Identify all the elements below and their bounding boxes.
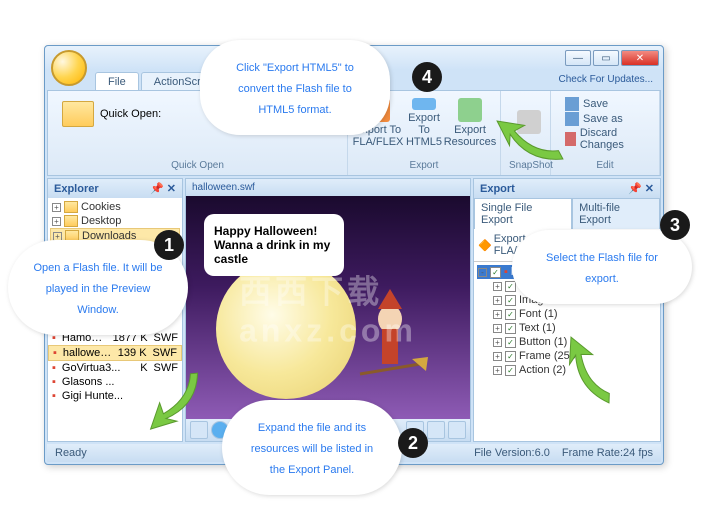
tab-multi-export[interactable]: Multi-file Export [572,198,660,229]
group-label-export: Export [356,160,492,171]
check-updates-link[interactable]: Check For Updates... [559,74,653,85]
close-button[interactable]: ✕ [621,50,659,66]
preview-tab[interactable]: halloween.swf [186,179,470,196]
save-button[interactable]: Save [565,97,645,111]
callout-2: Expand the file and its resources will b… [222,400,402,495]
watermark: 西西下载 anxz.com [239,266,417,349]
tab-file[interactable]: File [95,72,139,91]
resources-icon [458,98,482,122]
export-item[interactable]: +✓Text (1) [477,321,657,335]
badge-1: 1 [154,230,184,260]
panel-pin-icon[interactable]: 📌 ✕ [150,182,176,195]
callout-4: Click "Export HTML5" to convert the Flas… [200,40,390,135]
group-label-edit: Edit [559,160,651,171]
info-button[interactable] [448,421,466,439]
app-orb-button[interactable] [51,50,87,86]
callout-3: Select the Flash file for export. [512,230,692,304]
explorer-header: Explorer📌 ✕ [48,179,182,198]
tree-node[interactable]: +Cookies [50,200,180,214]
zoom-in-button[interactable] [427,421,445,439]
export-tabs: Single File Export Multi-file Export [474,198,660,229]
html5-export-icon [412,98,436,110]
save-as-button[interactable]: Save as [565,112,645,126]
save-icon [565,97,579,111]
badge-3: 3 [660,210,690,240]
panel-pin-icon[interactable]: 📌 ✕ [628,182,654,195]
file-row[interactable]: ▪halloween...139 KSWF [48,345,182,361]
preview-content: Happy Halloween! Wanna a drink in my cas… [186,196,470,419]
save-as-icon [565,112,579,126]
badge-4: 4 [412,62,442,92]
badge-2: 2 [398,428,428,458]
export-html5-button[interactable]: Export To HTML5 [402,95,446,151]
folder-icon [62,101,94,127]
status-framerate: Frame Rate:24 fps [562,447,653,459]
export-header: Export📌 ✕ [474,179,660,198]
quick-open-label: Quick Open: [100,108,161,120]
group-label-quickopen: Quick Open [56,160,339,171]
minimize-button[interactable]: — [565,50,591,66]
status-version: File Version:6.0 [474,447,550,459]
tree-node[interactable]: +Desktop [50,214,180,228]
status-ready: Ready [55,447,87,459]
tab-single-export[interactable]: Single File Export [474,198,572,229]
maximize-button[interactable]: ▭ [593,50,619,66]
export-panel: Export📌 ✕ Single File Export Multi-file … [473,178,661,442]
discard-button[interactable]: Discard Changes [565,127,645,151]
export-item[interactable]: +✓Font (1) [477,307,657,321]
